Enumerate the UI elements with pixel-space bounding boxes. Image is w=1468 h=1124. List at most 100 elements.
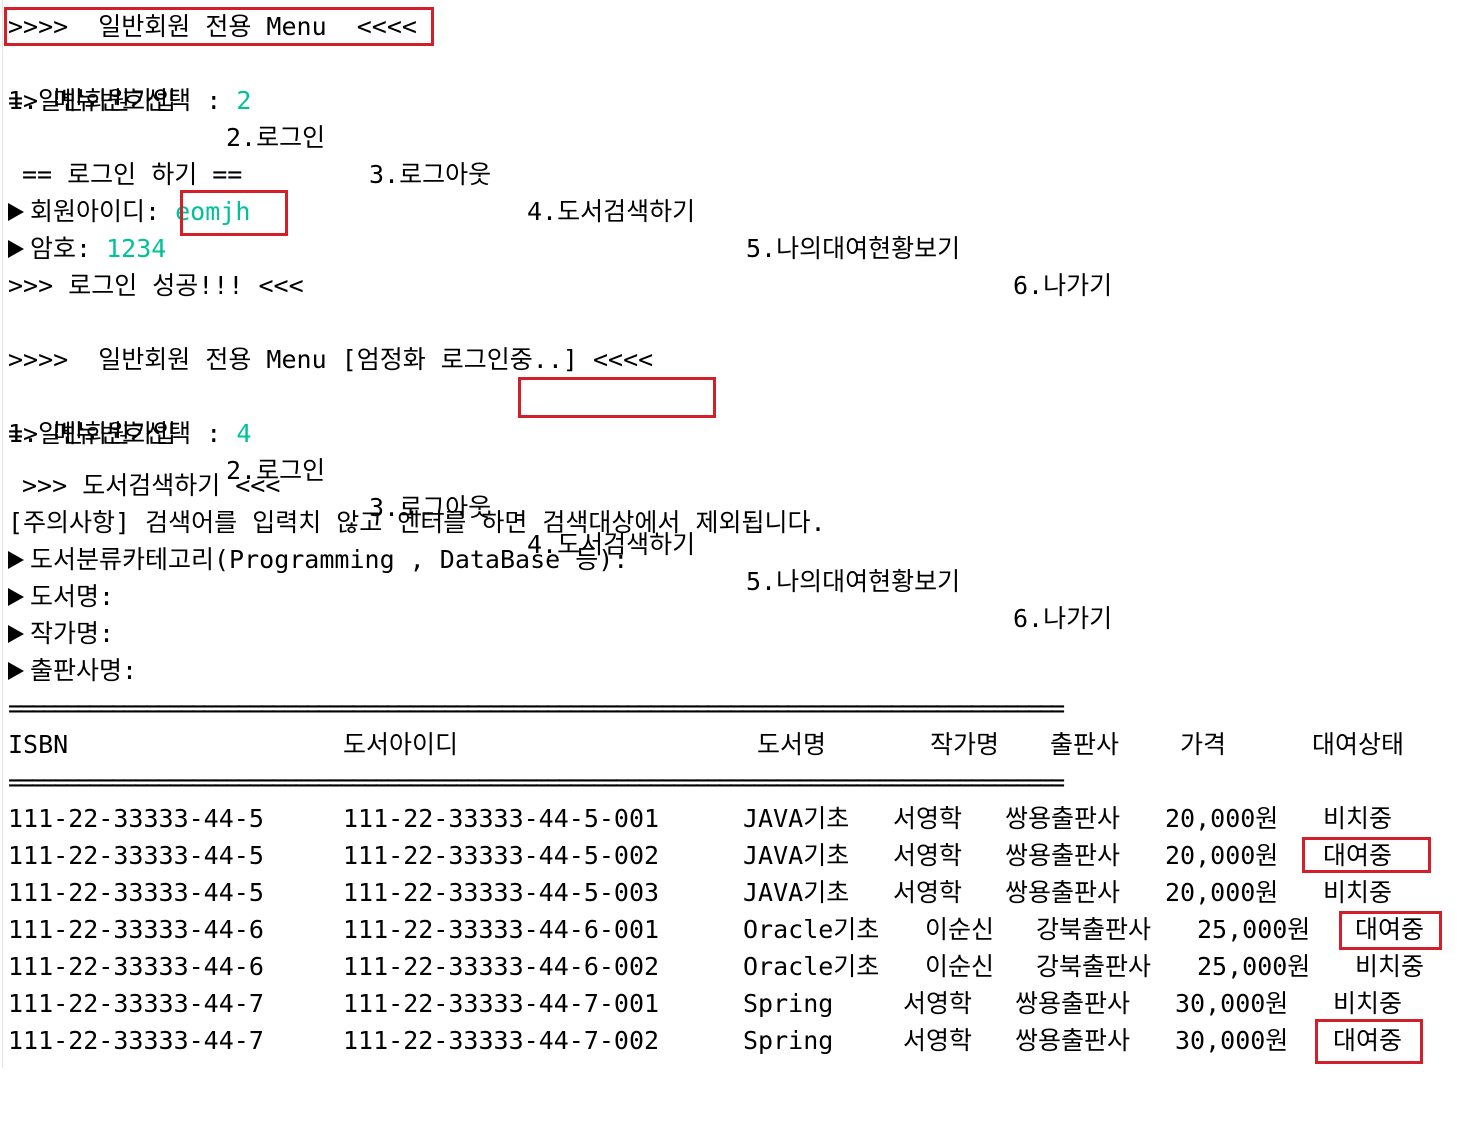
header-publisher: 출판사 xyxy=(1050,730,1120,759)
book-id-cell: 111-22-33333-44-7-001 xyxy=(343,989,660,1018)
highlight-menu-header xyxy=(4,7,434,46)
author-cell: 서영학 xyxy=(893,878,963,907)
book-id-cell: 111-22-33333-44-5-003 xyxy=(343,878,660,907)
console-edge xyxy=(2,0,3,1068)
publisher-cell: 강북출판사 xyxy=(1036,952,1152,981)
highlight-book-search xyxy=(518,377,716,418)
title-cell: Oracle기초 xyxy=(743,952,880,981)
search-field-publisher[interactable]: 출판사명: xyxy=(8,652,137,689)
price-cell: 20,000원 xyxy=(1165,841,1279,870)
login-id-label: 회원아이디: xyxy=(30,197,176,226)
publisher-cell: 쌍용출판사 xyxy=(1015,989,1131,1018)
triangle-icon xyxy=(8,588,24,606)
status-cell: 비치중 xyxy=(1333,989,1403,1018)
isbn-cell: 111-22-33333-44-7 xyxy=(8,1026,264,1055)
menu-item-book-search[interactable]: 4.도서검색하기 xyxy=(527,193,695,230)
author-cell: 이순신 xyxy=(925,915,995,944)
search-field-label: 작가명: xyxy=(30,619,115,648)
header-isbn: ISBN xyxy=(8,730,69,759)
author-cell: 서영학 xyxy=(903,1026,973,1055)
header-author: 작가명 xyxy=(930,730,1000,759)
isbn-cell: 111-22-33333-44-6 xyxy=(8,915,264,944)
search-title: >>> 도서검색하기 <<< xyxy=(22,471,281,500)
publisher-cell: 쌍용출판사 xyxy=(1015,1026,1131,1055)
price-cell: 25,000원 xyxy=(1197,952,1311,981)
login-pw-input[interactable]: 1234 xyxy=(106,234,166,263)
highlight-login-id xyxy=(180,190,288,236)
title-cell: Oracle기초 xyxy=(743,915,880,944)
book-id-cell: 111-22-33333-44-5-001 xyxy=(343,804,660,833)
menu-prompt-line-1: => 메뉴번호선택 : 2 xyxy=(8,82,251,119)
login-title: == 로그인 하기 == xyxy=(22,160,243,189)
triangle-icon xyxy=(8,662,24,680)
isbn-cell: 111-22-33333-44-7 xyxy=(8,989,264,1018)
publisher-cell: 쌍용출판사 xyxy=(1005,804,1121,833)
status-cell: 비치중 xyxy=(1355,952,1425,981)
status-cell: 비치중 xyxy=(1323,804,1393,833)
separator-bottom: ========================================… xyxy=(8,768,1065,797)
price-cell: 25,000원 xyxy=(1197,915,1311,944)
author-cell: 서영학 xyxy=(903,989,973,1018)
author-cell: 이순신 xyxy=(925,952,995,981)
separator-top: ========================================… xyxy=(8,694,1065,723)
menu-line-1: 1.일반회원가입 2.로그인 3.로그아웃 4.도서검색하기 5.나의대여현황보… xyxy=(8,45,1112,300)
publisher-cell: 쌍용출판사 xyxy=(1005,841,1121,870)
book-id-cell: 111-22-33333-44-7-002 xyxy=(343,1026,660,1055)
title-cell: JAVA기초 xyxy=(743,804,850,833)
menu-choice-input[interactable]: 4 xyxy=(236,419,251,448)
search-field-title[interactable]: 도서명: xyxy=(8,578,114,615)
search-field-label: 도서분류카테고리(Programming , DataBase 등): xyxy=(30,545,629,574)
menu-prompt: => 메뉴번호선택 : xyxy=(8,419,237,448)
header-title: 도서명 xyxy=(757,730,827,759)
isbn-cell: 111-22-33333-44-5 xyxy=(8,804,264,833)
publisher-cell: 쌍용출판사 xyxy=(1005,878,1121,907)
book-id-cell: 111-22-33333-44-5-002 xyxy=(343,841,660,870)
isbn-cell: 111-22-33333-44-6 xyxy=(8,952,264,981)
header-status: 대여상태 xyxy=(1312,730,1405,759)
login-pw-line: 암호: 1234 xyxy=(8,230,166,267)
book-id-cell: 111-22-33333-44-6-002 xyxy=(343,952,660,981)
menu-prompt: => 메뉴번호선택 : xyxy=(8,86,237,115)
menu-item-exit[interactable]: 6.나가기 xyxy=(1013,600,1112,637)
menu-header-2: >>>> 일반회원 전용 Menu [엄정화 로그인중..] <<<< xyxy=(8,345,654,374)
author-cell: 서영학 xyxy=(893,841,963,870)
triangle-icon xyxy=(8,551,24,569)
menu-item-my-rentals[interactable]: 5.나의대여현황보기 xyxy=(746,563,960,600)
highlight-rented-row-7 xyxy=(1315,1019,1423,1064)
search-field-author[interactable]: 작가명: xyxy=(8,615,114,652)
menu-item-login[interactable]: 2.로그인 xyxy=(226,119,325,156)
publisher-cell: 강북출판사 xyxy=(1036,915,1152,944)
status-cell: 비치중 xyxy=(1323,878,1393,907)
triangle-icon xyxy=(8,240,24,258)
search-field-label: 출판사명: xyxy=(30,656,138,685)
menu-item-my-rentals[interactable]: 5.나의대여현황보기 xyxy=(746,230,960,267)
title-cell: JAVA기초 xyxy=(743,878,850,907)
header-price: 가격 xyxy=(1180,730,1227,759)
title-cell: Spring xyxy=(743,989,834,1018)
highlight-rented-row-4 xyxy=(1339,911,1442,950)
header-book-id: 도서아이디 xyxy=(343,730,459,759)
menu-choice-input[interactable]: 2 xyxy=(236,86,251,115)
price-cell: 20,000원 xyxy=(1165,878,1279,907)
menu-prompt-line-2: => 메뉴번호선택 : 4 xyxy=(8,415,251,452)
login-pw-label: 암호: xyxy=(30,234,107,263)
login-success: >>> 로그인 성공!!! <<< xyxy=(8,271,304,300)
menu-item-logout[interactable]: 3.로그아웃 xyxy=(369,156,491,193)
isbn-cell: 111-22-33333-44-5 xyxy=(8,878,264,907)
menu-item-exit[interactable]: 6.나가기 xyxy=(1013,267,1112,304)
highlight-rented-row-2 xyxy=(1302,837,1431,873)
isbn-cell: 111-22-33333-44-5 xyxy=(8,841,264,870)
triangle-icon xyxy=(8,625,24,643)
price-cell: 30,000원 xyxy=(1175,989,1289,1018)
search-field-label: 도서명: xyxy=(30,582,115,611)
menu-line-2: 1.일반회원가입 2.로그인 3.로그아웃 4.도서검색하기 5.나의대여현황보… xyxy=(8,378,1112,633)
price-cell: 30,000원 xyxy=(1175,1026,1289,1055)
price-cell: 20,000원 xyxy=(1165,804,1279,833)
triangle-icon xyxy=(8,203,24,221)
title-cell: Spring xyxy=(743,1026,834,1055)
author-cell: 서영학 xyxy=(893,804,963,833)
book-id-cell: 111-22-33333-44-6-001 xyxy=(343,915,660,944)
search-notice: [주의사항] 검색어를 입력치 않고 엔터를 하면 검색대상에서 제외됩니다. xyxy=(8,508,826,537)
search-field-category[interactable]: 도서분류카테고리(Programming , DataBase 등): xyxy=(8,541,628,578)
title-cell: JAVA기초 xyxy=(743,841,850,870)
